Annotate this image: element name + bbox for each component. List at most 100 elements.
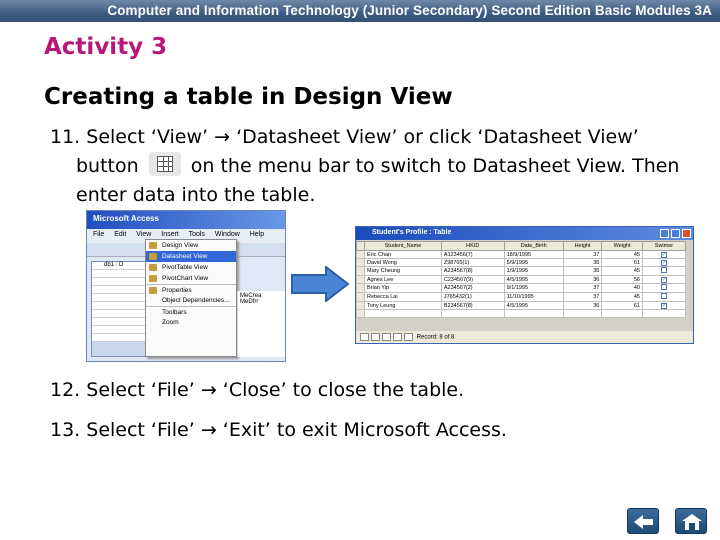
step-12: 12. Select ‘File’ → ‘Close’ to close the… [50, 379, 465, 401]
swimmer-checkbox-cell [641, 266, 687, 276]
swimmer-checkbox-cell: ✓ [641, 275, 687, 284]
side-text-2: MeDfrr [240, 299, 259, 305]
header-title: Computer and Information Technology (Jun… [107, 3, 712, 18]
table-row: Tony Leung B234567(8) 4/5/1995 36 61 ✓ [356, 301, 687, 310]
table-cell: B234567(8) [440, 301, 505, 310]
menu-item-toolbars: Toolbars [146, 306, 236, 317]
table-cell: Brian Yip [364, 283, 442, 293]
step-11-line-2-rest: on the menu bar to switch to Datasheet V… [190, 155, 680, 177]
unchecked-checkbox-icon [660, 284, 667, 290]
table-row: David Wong Z98765(1) 5/9/1995 36 61 ✓ [356, 258, 687, 267]
table-cell: 61 [601, 301, 643, 310]
table-cell: Mary Cheung [364, 266, 442, 276]
column-header: Weight [601, 241, 643, 251]
table-cell: 36 [562, 258, 603, 267]
swimmer-checkbox-cell: ✓ [641, 258, 687, 267]
table-cell: 40 [601, 283, 643, 293]
table-cell: 4/5/1995 [503, 275, 564, 284]
checked-checkbox-icon: ✓ [660, 251, 667, 258]
table-cell: Eric Chan [364, 250, 442, 259]
unchecked-checkbox-icon [660, 293, 667, 299]
menu-item-object-dependencies: Object Dependencies... [162, 297, 230, 304]
checked-checkbox-icon: ✓ [660, 259, 667, 266]
column-header: Swimer [641, 241, 687, 251]
step-11-line-1: 11. Select ‘View’ → ‘Datasheet View’ or … [50, 126, 639, 148]
table-cell: 36 [562, 275, 603, 284]
table-cell: 61 [601, 258, 643, 267]
step-11-button-word: button [76, 155, 139, 177]
table-cell: Tony Leung [364, 301, 442, 310]
datasheet-view-icon [148, 152, 181, 176]
database-label: db1 : D [92, 262, 148, 270]
record-navigator: Record: 8 of 8 [356, 331, 693, 343]
menu-item-design-view: Design View [146, 240, 236, 251]
access-view-menu-screenshot: Microsoft Access File Edit View Insert T… [86, 210, 286, 362]
checked-checkbox-icon: ✓ [660, 302, 667, 309]
table-row: Eric Chan A123456(7) 18/9/1995 37 45 ✓ [356, 250, 687, 259]
table-cell: 37 [562, 283, 603, 293]
activity-title: Activity 3 [44, 34, 168, 60]
column-header: HKID [440, 241, 505, 251]
side-panel: MeCrea MeDfrr [237, 291, 285, 357]
table-header-row: Student_Name HKID Date_Birth Height Weig… [356, 241, 687, 251]
table-cell: 11/10/1995 [503, 292, 564, 302]
table-cell: 1/9/1995 [503, 266, 564, 276]
menu-tools: Tools [188, 231, 205, 238]
home-icon [682, 514, 702, 530]
back-button[interactable] [627, 508, 659, 534]
table-cell: 45 [601, 266, 643, 276]
swimmer-checkbox-cell: ✓ [641, 301, 687, 310]
table-cell: Rebecca Lai [364, 292, 442, 302]
menu-item-datasheet-view: Datasheet View [146, 251, 236, 262]
swimmer-checkbox-cell [641, 292, 687, 302]
table-cell: 5/9/1995 [503, 258, 564, 267]
table-cell: 36 [562, 266, 603, 276]
datasheet-screenshot: Student's Profile : Table Student_Name H… [355, 226, 694, 344]
table-cell: J765432(1) [440, 292, 505, 302]
table-cell: 45 [601, 292, 643, 302]
step-13: 13. Select ‘File’ → ‘Exit’ to exit Micro… [50, 419, 507, 441]
table-cell: 36 [562, 301, 603, 310]
table-cell: 4/5/1995 [503, 301, 564, 310]
table-cell: 18/9/1995 [503, 250, 564, 259]
unchecked-checkbox-icon [660, 267, 667, 273]
header-bar: Computer and Information Technology (Jun… [0, 0, 720, 22]
table-cell: A123456(7) [440, 250, 505, 259]
table-cell: 56 [601, 275, 643, 284]
column-header: Date_Birth [503, 241, 564, 251]
menu-item-pivotchart-view: PivotChart View [146, 273, 236, 284]
step-11-line-3: enter data into the table. [76, 184, 316, 206]
table-row: Mary Cheung A234567(8) 1/9/1995 36 45 [356, 266, 687, 276]
page-heading: Creating a table in Design View [44, 84, 453, 110]
menu-item-pivottable-view: PivotTable View [146, 262, 236, 273]
table-row: Brian Yip A234567(2) 9/1/1995 37 40 [356, 283, 687, 293]
swimmer-checkbox-cell: ✓ [641, 250, 687, 259]
step-11: 11. Select ‘View’ → ‘Datasheet View’ or … [50, 123, 679, 210]
table-row: Rebecca Lai J765432(1) 11/10/1995 37 45 [356, 292, 687, 302]
table-window-title: Student's Profile : Table [356, 227, 693, 240]
menu-view: View [136, 231, 152, 238]
table-cell: Agnes Lee [364, 275, 442, 284]
record-nav-text: Record: 8 of 8 [416, 334, 455, 341]
table-cell: 9/1/1995 [503, 283, 564, 293]
column-header: Height [562, 241, 603, 251]
table-cell: 45 [601, 250, 643, 259]
access-window-title: Microsoft Access [87, 211, 285, 229]
home-button[interactable] [675, 508, 707, 534]
back-arrow-icon [634, 515, 653, 529]
menu-insert: Insert [161, 231, 179, 238]
column-header: Student_Name [364, 241, 442, 251]
menu-file: File [93, 231, 105, 238]
menu-item-zoom: Zoom [162, 319, 179, 326]
menu-window: Window [214, 231, 240, 238]
datasheet-table: Student_Name HKID Date_Birth Height Weig… [356, 241, 687, 318]
menu-help: Help [249, 231, 265, 238]
menu-item-properties: Properties [146, 284, 236, 295]
table-cell: C234567(9) [440, 275, 505, 284]
right-arrow-icon [291, 266, 350, 302]
swimmer-checkbox-cell [641, 283, 687, 293]
step-11-line-2: button on the menu bar to switch to Data… [50, 152, 679, 181]
new-record-row [356, 309, 687, 318]
checked-checkbox-icon: ✓ [660, 276, 667, 283]
table-cell: 37 [562, 292, 603, 302]
